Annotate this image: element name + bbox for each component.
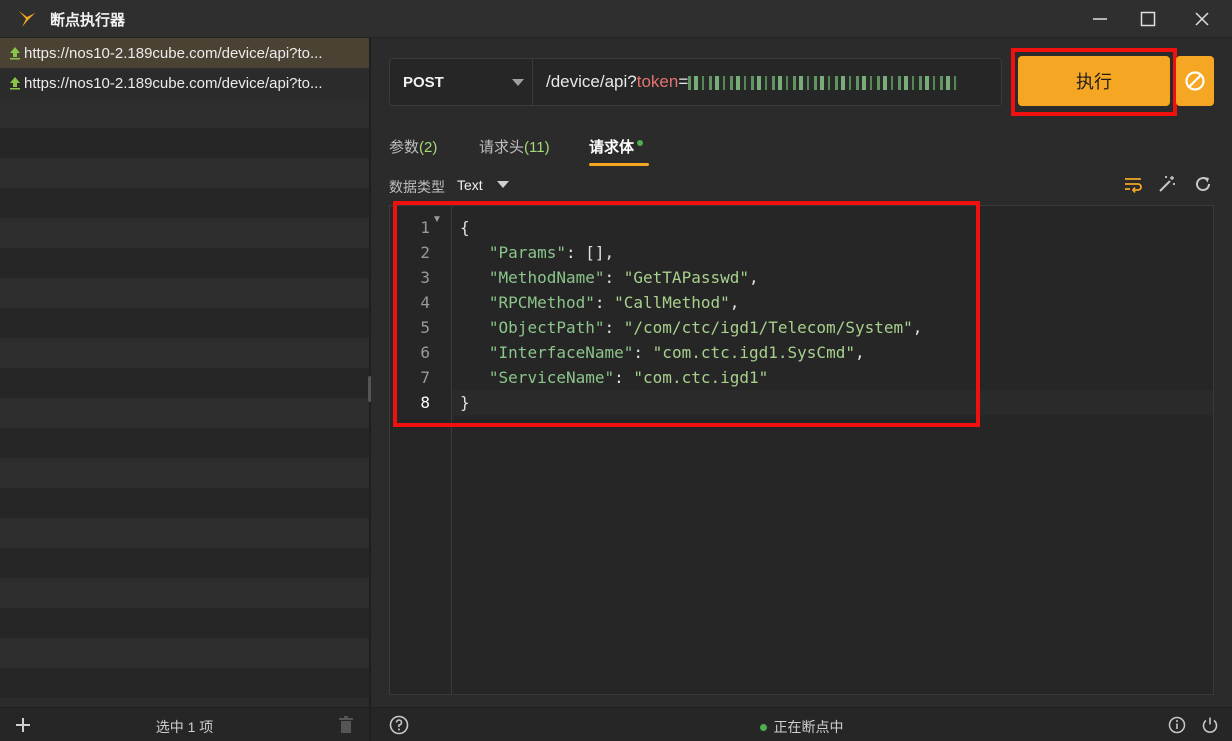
execute-highlight-box: [1011, 48, 1177, 116]
close-icon: [1195, 12, 1209, 26]
list-stripe: [0, 128, 369, 158]
request-list-item[interactable]: https://nos10-2.189cube.com/device/api?t…: [0, 68, 369, 98]
cancel-button[interactable]: [1176, 56, 1214, 106]
list-stripe: [0, 518, 369, 548]
title-bar: 断点执行器: [0, 0, 1232, 38]
list-stripe: [0, 218, 369, 248]
status-bar: 正在断点中: [371, 707, 1232, 741]
list-stripe: [0, 158, 369, 188]
url-path: /device/api?: [546, 72, 637, 91]
method-url-bar: POST /device/api?token=: [389, 58, 1002, 106]
tab-params-count: (2): [419, 139, 438, 156]
active-tab-indicator: [589, 163, 649, 166]
list-stripe: [0, 428, 369, 458]
tab-headers[interactable]: 请求头(11): [479, 136, 550, 157]
code-highlight-box: [393, 201, 980, 427]
maximize-icon: [1140, 11, 1156, 27]
tab-headers-count: (11): [524, 139, 550, 156]
selection-count: 选中 1 项: [155, 719, 214, 735]
list-stripe: [0, 398, 369, 428]
list-stripe: [0, 188, 369, 218]
tab-body-label: 请求体: [589, 139, 635, 156]
request-list-footer: 选中 1 项: [0, 707, 369, 741]
status-dot: [759, 723, 767, 731]
close-button[interactable]: [1178, 0, 1226, 38]
list-stripe: [0, 548, 369, 578]
tab-body[interactable]: 请求体: [589, 136, 644, 157]
chevron-down-icon[interactable]: [497, 181, 509, 189]
request-url: https://nos10-2.189cube.com/device/api?t…: [24, 44, 323, 62]
upload-arrow-icon: [9, 46, 21, 60]
status-indicator: 正在断点中: [371, 717, 1232, 737]
tab-params-label: 参数: [389, 139, 420, 156]
minimize-icon: [1093, 18, 1107, 20]
trash-icon[interactable]: [338, 716, 354, 734]
list-stripe: [0, 458, 369, 488]
list-stripe: [0, 248, 369, 278]
list-stripe: [0, 608, 369, 638]
modified-dot: [637, 140, 644, 146]
request-url: https://nos10-2.189cube.com/device/api?t…: [24, 74, 323, 92]
request-list-item[interactable]: https://nos10-2.189cube.com/device/api?t…: [0, 38, 369, 68]
minimize-button[interactable]: [1076, 0, 1124, 38]
maximize-button[interactable]: [1124, 0, 1172, 38]
url-input[interactable]: /device/api?token=: [546, 72, 959, 92]
app-logo-icon: [19, 11, 35, 27]
list-stripe: [0, 668, 369, 698]
tab-headers-label: 请求头: [479, 139, 525, 156]
window-title: 断点执行器: [50, 12, 126, 29]
list-stripe: [0, 308, 369, 338]
request-list-panel: https://nos10-2.189cube.com/device/api?t…: [0, 38, 369, 707]
redacted-token: [688, 75, 959, 90]
list-stripe: [0, 278, 369, 308]
info-icon[interactable]: [1168, 716, 1186, 734]
upload-arrow-icon: [9, 76, 21, 90]
method-value: POST: [403, 73, 444, 91]
power-icon[interactable]: [1201, 716, 1219, 734]
data-type-label: 数据类型: [389, 179, 445, 195]
list-stripe: [0, 488, 369, 518]
url-param-eq: =: [678, 72, 689, 91]
list-stripe: [0, 638, 369, 668]
list-stripe: [0, 338, 369, 368]
tab-params[interactable]: 参数(2): [389, 136, 437, 157]
refresh-icon[interactable]: [1193, 174, 1213, 194]
cancel-icon: [1185, 71, 1205, 91]
method-select[interactable]: POST: [390, 59, 533, 105]
list-stripe: [0, 98, 369, 128]
data-type-select[interactable]: Text: [457, 177, 483, 193]
status-text: 正在断点中: [773, 719, 844, 735]
chevron-down-icon: [512, 79, 524, 86]
list-stripe: [0, 368, 369, 398]
magic-wand-icon[interactable]: [1157, 174, 1177, 194]
url-param-key: token: [636, 72, 679, 91]
list-stripe: [0, 578, 369, 608]
word-wrap-icon[interactable]: [1123, 174, 1143, 194]
